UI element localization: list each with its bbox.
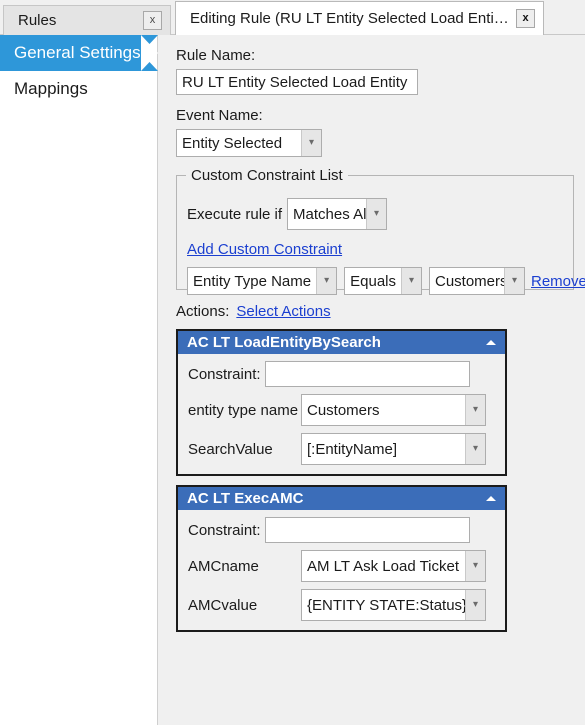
sidebar-item-mappings[interactable]: Mappings <box>0 71 157 107</box>
sidebar: General Settings Mappings <box>0 35 158 725</box>
action-field-row: entity type name Customers ▾ <box>188 394 495 426</box>
main-wrapper: General Settings Mappings Rule Name: RU … <box>0 35 585 725</box>
close-icon[interactable]: x <box>143 11 162 30</box>
action-panel-title: AC LT LoadEntityBySearch <box>187 334 381 351</box>
tab-bar-filler <box>544 0 585 34</box>
actions-row: Actions: Select Actions <box>176 303 585 320</box>
tab-editing-rule-label: Editing Rule (RU LT Entity Selected Load… <box>190 10 510 27</box>
chevron-down-icon[interactable]: ▾ <box>316 268 337 294</box>
tab-editing-rule[interactable]: Editing Rule (RU LT Entity Selected Load… <box>175 1 544 35</box>
search-value-label: SearchValue <box>188 440 273 458</box>
amc-value-label: AMCvalue <box>188 596 258 614</box>
remove-constraint-link[interactable]: Remove <box>531 273 585 290</box>
constraint-input[interactable] <box>264 517 470 543</box>
constraint-operator-select[interactable]: Equals ▾ <box>344 267 422 295</box>
sidebar-item-general-settings[interactable]: General Settings <box>0 35 158 71</box>
constraint-row: Entity Type Name ▾ Equals ▾ Customers ▾ … <box>187 267 585 295</box>
event-name-select[interactable]: Entity Selected ▾ <box>176 129 322 157</box>
amc-name-select[interactable]: AM LT Ask Load Ticket ▾ <box>301 550 486 582</box>
amc-name-label: AMCname <box>188 557 259 575</box>
execute-rule-select[interactable]: Matches All ▾ <box>287 198 388 230</box>
amc-name-value: AM LT Ask Load Ticket <box>307 557 460 575</box>
tab-bar: Rules x Editing Rule (RU LT Entity Selec… <box>0 0 585 35</box>
tab-rules-label: Rules <box>18 12 57 29</box>
constraint-field-value: Entity Type Name <box>193 272 312 290</box>
chevron-left-icon <box>141 35 158 71</box>
amc-value-select[interactable]: {ENTITY STATE:Status} ▾ <box>301 589 486 621</box>
add-custom-constraint-row: Add Custom Constraint <box>187 241 565 258</box>
custom-constraint-group: Custom Constraint List Execute rule if M… <box>176 167 585 295</box>
action-field-row: SearchValue [:EntityName] ▾ <box>188 433 495 465</box>
content-panel: Rule Name: RU LT Entity Selected Load En… <box>158 35 585 725</box>
action-panel-body: Constraint: AMCname AM LT Ask Load Ticke… <box>178 510 505 630</box>
rule-name-value: RU LT Entity Selected Load Entity <box>182 73 408 91</box>
constraint-input[interactable] <box>264 361 470 387</box>
chevron-down-icon[interactable]: ▾ <box>465 395 485 425</box>
action-panel-load-entity-by-search: AC LT LoadEntityBySearch Constraint: ent… <box>176 329 507 476</box>
search-value-value: [:EntityName] <box>307 440 398 458</box>
custom-constraint-group-title: Custom Constraint List <box>186 167 348 184</box>
constraint-field-row: Constraint: <box>188 517 495 543</box>
select-actions-link[interactable]: Select Actions <box>236 303 330 320</box>
event-name-label: Event Name: <box>176 107 263 124</box>
sidebar-item-label: Mappings <box>14 79 88 98</box>
execute-rule-row: Execute rule if Matches All ▾ <box>187 198 565 230</box>
entity-type-name-value: Customers <box>307 401 380 419</box>
add-custom-constraint-link[interactable]: Add Custom Constraint <box>187 241 342 258</box>
actions-label: Actions: <box>176 303 230 320</box>
execute-rule-value: Matches All <box>293 205 367 223</box>
rule-name-label: Rule Name: <box>176 47 256 64</box>
chevron-down-icon[interactable]: ▾ <box>301 130 321 156</box>
action-panel-title: AC LT ExecAMC <box>187 490 304 507</box>
constraint-operator-value: Equals <box>350 272 396 290</box>
chevron-down-icon[interactable]: ▾ <box>401 268 421 294</box>
action-panel-header[interactable]: AC LT LoadEntityBySearch <box>178 331 505 354</box>
constraint-value-select[interactable]: Customers ▾ <box>429 267 525 295</box>
action-panel-exec-amc: AC LT ExecAMC Constraint: AMCname AM LT … <box>176 485 507 632</box>
chevron-down-icon[interactable]: ▾ <box>366 199 387 229</box>
chevron-down-icon[interactable]: ▾ <box>465 434 485 464</box>
constraint-label: Constraint: <box>188 521 261 539</box>
search-value-select[interactable]: [:EntityName] ▾ <box>301 433 486 465</box>
chevron-down-icon[interactable]: ▾ <box>465 551 485 581</box>
constraint-label: Constraint: <box>188 365 261 383</box>
caret-up-icon[interactable] <box>486 496 496 501</box>
action-panel-header[interactable]: AC LT ExecAMC <box>178 487 505 510</box>
rule-name-input[interactable]: RU LT Entity Selected Load Entity <box>176 69 418 95</box>
close-icon[interactable]: x <box>516 9 535 28</box>
constraint-field-select[interactable]: Entity Type Name ▾ <box>187 267 338 295</box>
entity-type-name-label: entity type name <box>188 401 299 419</box>
constraint-value-value: Customers <box>435 272 504 290</box>
action-field-row: AMCvalue {ENTITY STATE:Status} ▾ <box>188 589 495 621</box>
execute-rule-label: Execute rule if <box>187 205 283 223</box>
chevron-down-icon[interactable]: ▾ <box>504 268 524 294</box>
constraint-field-row: Constraint: <box>188 361 495 387</box>
caret-up-icon[interactable] <box>486 340 496 345</box>
event-name-value: Entity Selected <box>182 134 283 152</box>
action-panel-body: Constraint: entity type name Customers ▾… <box>178 354 505 474</box>
tab-rules[interactable]: Rules x <box>3 5 171 35</box>
chevron-down-icon[interactable]: ▾ <box>465 590 485 620</box>
amc-value-value: {ENTITY STATE:Status} <box>307 596 465 614</box>
sidebar-item-label: General Settings <box>14 43 141 62</box>
action-field-row: AMCname AM LT Ask Load Ticket ▾ <box>188 550 495 582</box>
entity-type-name-select[interactable]: Customers ▾ <box>301 394 486 426</box>
